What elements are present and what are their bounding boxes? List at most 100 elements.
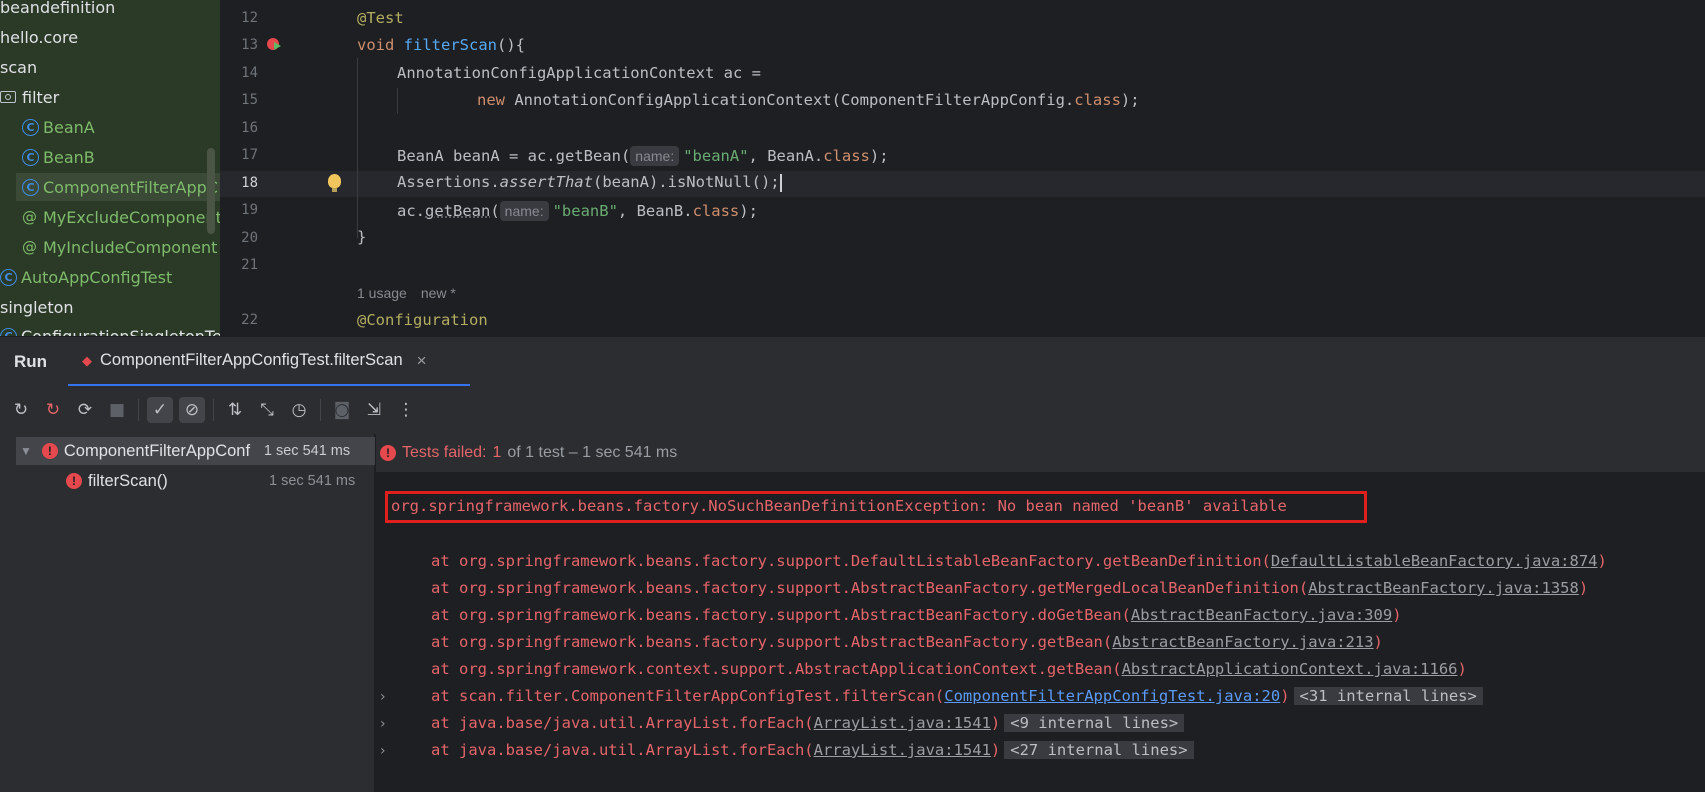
test-failed-tab-icon: ◆ [82, 352, 92, 368]
tree-item-beandefinition[interactable]: beandefinition [0, 0, 115, 21]
more-options-icon[interactable]: ⋮ [393, 397, 419, 423]
tree-scrollbar[interactable] [207, 148, 215, 234]
lightbulb-icon[interactable] [328, 174, 341, 192]
tree-item-autoappconfigtest[interactable]: C AutoAppConfigTest [0, 263, 172, 291]
class-icon: C [22, 178, 39, 196]
line-number: 22 [241, 312, 258, 328]
stack-frame: at org.springframework.context.support.A… [431, 660, 1467, 678]
class-icon: C [22, 118, 39, 136]
folded-lines[interactable]: <9 internal lines> [1004, 714, 1185, 732]
exception-message: org.springframework.beans.factory.NoSuch… [391, 497, 1287, 515]
tree-item-label: AutoAppConfigTest [21, 267, 173, 287]
screenshot-icon[interactable]: ◙ [329, 397, 355, 423]
tests-failed-label: Tests failed: [402, 444, 487, 461]
test-suite-row[interactable]: ▼ ! ComponentFilterAppConf 1 sec 541 ms [16, 437, 375, 465]
tree-item-label: BeanB [43, 147, 95, 167]
folded-lines[interactable]: <31 internal lines> [1293, 687, 1483, 705]
stack-frame: at org.springframework.beans.factory.sup… [431, 579, 1589, 597]
tree-item-singleton[interactable]: singleton [0, 293, 74, 321]
code-line: BeanA beanA = ac.getBean(name: "beanA", B… [397, 146, 889, 166]
test-case-label: filterScan() [88, 471, 168, 490]
code-line: Assertions.assertThat(beanA).isNotNull()… [397, 173, 782, 192]
console-output[interactable]: ! Tests failed: 1 of 1 test – 1 sec 541 … [376, 434, 1705, 792]
package-folder-icon [0, 91, 16, 103]
line-number: 12 [241, 10, 258, 26]
error-icon: ! [380, 445, 396, 461]
close-icon[interactable]: × [417, 351, 427, 371]
tree-item-myexcludecomponent[interactable]: @ MyExcludeComponent [22, 203, 220, 231]
code-line: @Test [357, 9, 404, 27]
text-caret [779, 173, 782, 192]
folded-lines[interactable]: <27 internal lines> [1004, 741, 1194, 759]
class-icon: C [0, 268, 17, 286]
chevron-down-icon[interactable]: ▼ [20, 444, 32, 458]
test-suite-label: ComponentFilterAppConf [63, 441, 251, 460]
show-passed-icon[interactable]: ✓ [147, 397, 173, 423]
error-icon: ! [66, 473, 82, 489]
source-link[interactable]: ArrayList.java:1541 [814, 741, 991, 759]
test-history-icon[interactable]: ◷ [286, 397, 312, 423]
line-number: 19 [241, 202, 258, 218]
expand-chevron-icon[interactable]: › [380, 689, 386, 705]
line-number: 14 [241, 65, 258, 81]
toggle-auto-test-icon[interactable]: ⟳ [72, 397, 98, 423]
tree-item-beana[interactable]: C BeanA [22, 113, 95, 141]
stack-frame: at org.springframework.beans.factory.sup… [431, 606, 1402, 624]
test-results-tree: ▼ ! ComponentFilterAppConf 1 sec 541 ms … [0, 434, 375, 792]
export-icon[interactable]: ⇲ [361, 397, 387, 423]
indent-guide [357, 58, 358, 238]
source-link[interactable]: AbstractApplicationContext.java:1166 [1122, 660, 1458, 678]
tree-item-label: beandefinition [0, 0, 116, 17]
stack-frame: at java.base/java.util.ArrayList.forEach… [431, 741, 1194, 759]
run-tool-window-header: Run ◆ ComponentFilterAppConfigTest.filte… [0, 336, 1705, 387]
source-link[interactable]: AbstractBeanFactory.java:309 [1131, 606, 1392, 624]
tree-item-beanb[interactable]: C BeanB [22, 143, 95, 171]
test-case-row[interactable]: ! filterScan() 1 sec 541 ms [66, 467, 375, 495]
line-number: 17 [241, 147, 258, 163]
run-toolbar: ↻ ↻ ⟳ ■ ✓ ⊘ ⇅ ⤡ ◷ ◙ ⇲ ⋮ [0, 386, 1705, 434]
rerun-icon[interactable]: ↻ [8, 397, 34, 423]
tree-item-componentfilterappconfig[interactable]: C ComponentFilterAppC [16, 173, 220, 201]
line-number: 18 [241, 175, 258, 191]
stack-frame: at org.springframework.beans.factory.sup… [431, 552, 1607, 570]
annotation-icon: @ [22, 238, 37, 256]
tree-item-myincludecomponent[interactable]: @ MyIncludeComponent [22, 233, 217, 261]
tree-item-filter[interactable]: filter [0, 83, 59, 111]
source-link[interactable]: ComponentFilterAppConfigTest.java:20 [944, 687, 1280, 705]
tree-item-label: BeanA [43, 117, 95, 137]
show-ignored-icon[interactable]: ⊘ [179, 397, 205, 423]
code-line: ac.getBean(name: "beanB", BeanB.class); [397, 201, 758, 221]
expand-chevron-icon[interactable]: › [380, 716, 386, 732]
tree-item-scan[interactable]: scan [0, 53, 37, 81]
line-number: 21 [241, 257, 258, 273]
source-link[interactable]: AbstractBeanFactory.java:1358 [1308, 579, 1579, 597]
line-number: 13 [241, 37, 258, 53]
test-duration: 1 sec 541 ms [269, 473, 356, 489]
source-link[interactable]: DefaultListableBeanFactory.java:874 [1271, 552, 1598, 570]
run-tab[interactable]: ◆ ComponentFilterAppConfigTest.filterSca… [68, 337, 470, 387]
code-editor[interactable]: 12 13 14 15 16 17 18 19 20 21 22 @Test v… [220, 0, 1705, 336]
tree-item-label: ConfigurationSingletonTe [21, 326, 220, 337]
toolbar-separator [320, 399, 321, 421]
source-link[interactable]: ArrayList.java:1541 [814, 714, 991, 732]
sort-icon[interactable]: ⇅ [222, 397, 248, 423]
stack-frame: at java.base/java.util.ArrayList.forEach… [431, 714, 1185, 732]
run-tab-label: ComponentFilterAppConfigTest.filterScan [100, 351, 403, 369]
tree-item-label: ComponentFilterAppC [43, 177, 218, 197]
line-number: 20 [241, 230, 258, 246]
stop-icon[interactable]: ■ [104, 397, 130, 423]
tree-item-label: scan [0, 57, 38, 77]
collapse-all-icon[interactable]: ⤡ [254, 397, 280, 423]
parameter-hint: name: [630, 146, 680, 166]
code-line: } [357, 228, 367, 246]
code-vision-hint[interactable]: 1 usage new * [357, 285, 470, 301]
tree-item-configurationsingletontest[interactable]: C ConfigurationSingletonTe [0, 322, 220, 336]
source-link[interactable]: AbstractBeanFactory.java:213 [1112, 633, 1373, 651]
tests-summary: of 1 test – 1 sec 541 ms [507, 444, 678, 461]
run-test-gutter-icon[interactable] [267, 38, 281, 50]
code-line: void filterScan(){ [357, 36, 525, 54]
indent-guide [397, 88, 398, 114]
rerun-failed-icon[interactable]: ↻ [40, 397, 66, 423]
expand-chevron-icon[interactable]: › [380, 743, 386, 759]
tree-item-hello-core[interactable]: hello.core [0, 23, 78, 51]
